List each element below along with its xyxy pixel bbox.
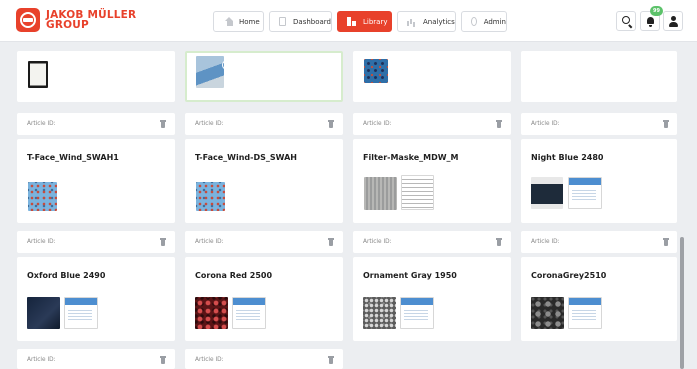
trash-icon[interactable] (328, 120, 334, 128)
zoom-icon[interactable] (222, 60, 232, 70)
spec-sheet-thumbnail[interactable] (568, 177, 602, 209)
article-id-header: Article ID: (17, 113, 175, 135)
card-title: Corona Red 2500 (195, 271, 273, 280)
library-card[interactable]: T-Face_Wind_SWAH1 (17, 139, 175, 223)
nav-admin[interactable]: Admin (461, 11, 507, 32)
user-button[interactable] (663, 11, 683, 31)
card-title: Oxford Blue 2490 (27, 271, 106, 280)
article-id-header: Article ID: (353, 231, 511, 253)
article-id-label: Article ID: (195, 357, 224, 363)
nav-analytics-label: Analytics (423, 17, 455, 26)
article-id-header: Article ID: (185, 231, 343, 253)
card-title: Filter-Maske_MDW_M (363, 153, 459, 162)
article-id-label: Article ID: (195, 121, 224, 127)
trash-icon[interactable] (160, 238, 166, 246)
card-title: T-Face_Wind_SWAH1 (27, 153, 119, 162)
brand-name: JAKOB MÜLLER GROUP (46, 10, 136, 31)
fabric-thumbnail[interactable] (27, 297, 60, 329)
fabric-thumbnail[interactable] (531, 177, 563, 209)
article-id-header: Article ID: (185, 113, 343, 135)
spec-sheet-thumbnail[interactable] (568, 297, 602, 329)
card-title: T-Face_Wind-DS_SWAH (195, 153, 297, 162)
nav-dashboard[interactable]: Dashboard (269, 11, 332, 32)
fabric-thumbnail[interactable] (28, 61, 48, 88)
fabric-thumbnail[interactable] (363, 297, 396, 329)
trash-icon[interactable] (160, 120, 166, 128)
spec-sheet-thumbnail[interactable] (232, 297, 266, 329)
search-icon (617, 12, 637, 32)
article-id-label: Article ID: (27, 239, 56, 245)
card-title: CoronaGrey2510 (531, 271, 607, 280)
trash-icon[interactable] (328, 356, 334, 364)
nav-library[interactable]: Library (337, 11, 392, 32)
fabric-thumbnail[interactable] (196, 56, 224, 88)
library-card[interactable]: Night Blue 2480 (521, 139, 677, 223)
nav-analytics[interactable]: Analytics (397, 11, 456, 32)
library-card[interactable]: T-Face_Wind-DS_SWAH (185, 139, 343, 223)
nav-dashboard-label: Dashboard (293, 17, 331, 26)
brand-name-line2: GROUP (46, 19, 89, 31)
article-id-label: Article ID: (27, 357, 56, 363)
nav-library-label: Library (363, 17, 388, 26)
library-icon (347, 17, 356, 26)
spec-sheet-thumbnail[interactable] (401, 175, 434, 210)
fabric-thumbnail[interactable] (196, 182, 225, 211)
article-id-label: Article ID: (363, 121, 392, 127)
spec-sheet-thumbnail[interactable] (400, 297, 434, 329)
admin-icon (471, 17, 477, 26)
fabric-thumbnail[interactable] (195, 297, 228, 329)
trash-icon[interactable] (663, 238, 669, 246)
library-card[interactable]: Filter-Maske_MDW_M (353, 139, 511, 223)
article-id-label: Article ID: (195, 239, 224, 245)
trash-icon[interactable] (496, 238, 502, 246)
library-card[interactable]: CoronaGrey2510 (521, 257, 677, 341)
app-header: JAKOB MÜLLER GROUP Home Dashboard Librar… (0, 0, 697, 42)
logo-icon (16, 8, 40, 32)
library-card[interactable]: Ornament Gray 1950 (353, 257, 511, 341)
article-id-label: Article ID: (531, 121, 560, 127)
library-card[interactable] (353, 51, 511, 102)
trash-icon[interactable] (160, 356, 166, 364)
search-button[interactable] (616, 11, 636, 31)
article-id-header: Article ID: (17, 349, 175, 369)
user-icon (664, 12, 684, 32)
fabric-thumbnail[interactable] (531, 297, 564, 329)
trash-icon[interactable] (663, 120, 669, 128)
article-id-header: Article ID: (353, 113, 511, 135)
home-icon (223, 17, 233, 26)
article-id-header: Article ID: (521, 113, 677, 135)
library-card-selected[interactable] (185, 51, 343, 102)
notification-badge: 99 (650, 6, 663, 16)
article-id-label: Article ID: (27, 121, 56, 127)
analytics-icon (407, 17, 416, 26)
fabric-thumbnail[interactable] (28, 182, 57, 211)
dashboard-icon (279, 17, 287, 26)
article-id-label: Article ID: (363, 239, 392, 245)
trash-icon[interactable] (328, 238, 334, 246)
nav-admin-label: Admin (483, 17, 506, 26)
spec-sheet-thumbnail[interactable] (64, 297, 98, 329)
library-card[interactable]: Oxford Blue 2490 (17, 257, 175, 341)
library-card[interactable] (17, 51, 175, 102)
brand-logo[interactable]: JAKOB MÜLLER GROUP (16, 8, 136, 32)
article-id-label: Article ID: (531, 239, 560, 245)
library-card[interactable] (521, 51, 677, 102)
trash-icon[interactable] (496, 120, 502, 128)
article-id-header: Article ID: (521, 231, 677, 253)
card-title: Night Blue 2480 (531, 153, 604, 162)
card-title: Ornament Gray 1950 (363, 271, 457, 280)
nav-home[interactable]: Home (213, 11, 264, 32)
article-id-header: Article ID: (17, 231, 175, 253)
fabric-thumbnail[interactable] (364, 59, 388, 83)
article-id-header: Article ID: (185, 349, 343, 369)
nav-home-label: Home (239, 17, 260, 26)
library-card[interactable]: Corona Red 2500 (185, 257, 343, 341)
fabric-thumbnail[interactable] (364, 177, 397, 210)
scrollbar[interactable] (680, 237, 684, 369)
